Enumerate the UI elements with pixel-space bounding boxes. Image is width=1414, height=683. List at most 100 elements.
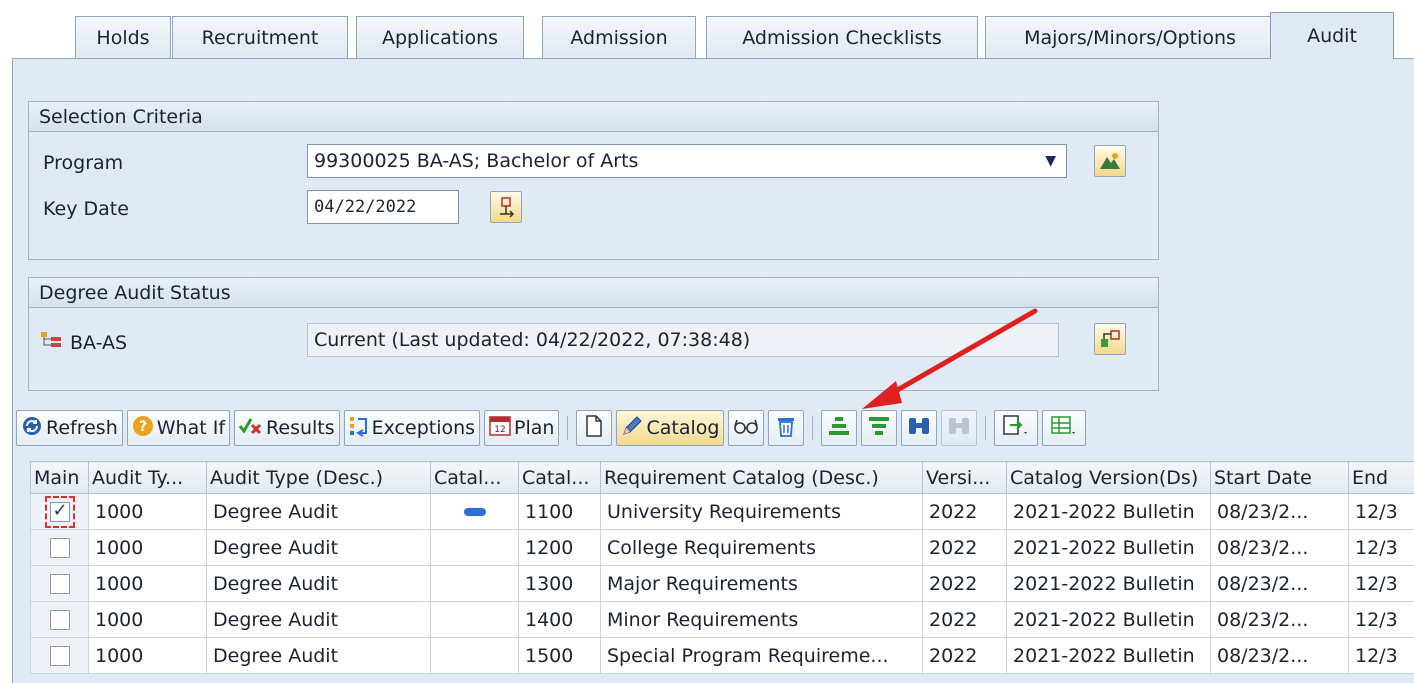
catalog-indicator-cell (430, 493, 519, 530)
column-header-start-date[interactable]: Start Date (1210, 461, 1349, 494)
program-select[interactable]: 99300025 BA-AS; Bachelor of Arts ▼ (307, 144, 1067, 178)
filter-button[interactable] (861, 410, 898, 446)
degree-audit-status-title: Degree Audit Status (29, 278, 1158, 308)
audit-type-cell: 1000 (88, 601, 207, 638)
column-header-requirement-catalog-desc[interactable]: Requirement Catalog (Desc.) (600, 461, 923, 494)
column-header-catalog-version[interactable]: Catalog Version(Ds) (1006, 461, 1211, 494)
catalog-cell: 1500 (518, 637, 601, 674)
program-code: BA-AS (70, 331, 128, 354)
program-label: Program (43, 152, 124, 174)
main-checkbox[interactable] (49, 574, 70, 594)
table-row[interactable]: 1000 Degree Audit 1500 Special Program R… (30, 637, 1414, 674)
tab-applications[interactable]: Applications (356, 16, 524, 58)
help-icon: ? (132, 415, 154, 442)
tab-recruitment[interactable]: Recruitment (172, 16, 348, 58)
end-date-cell: 12/3 (1348, 637, 1414, 674)
pencil-icon (621, 415, 643, 442)
requirement-desc-cell: University Requirements (600, 493, 923, 530)
catalog-version-cell: 2021-2022 Bulletin (1006, 493, 1211, 530)
svg-text:12: 12 (494, 425, 505, 435)
status-detail-icon[interactable] (1094, 323, 1126, 355)
svg-text:?: ? (139, 419, 147, 435)
exceptions-button[interactable]: Exceptions (343, 410, 481, 446)
audit-type-cell: 1000 (88, 637, 207, 674)
main-checkbox[interactable] (49, 646, 70, 666)
table-row[interactable]: 1000 Degree Audit 1300 Major Requirement… (30, 565, 1414, 602)
catalog-button[interactable]: Catalog (616, 410, 725, 446)
main-checkbox[interactable] (49, 610, 70, 630)
column-header-audit-type[interactable]: Audit Ty... (88, 461, 207, 494)
tab-audit[interactable]: Audit (1270, 12, 1394, 59)
table-row[interactable]: 1000 Degree Audit 1200 College Requireme… (30, 529, 1414, 566)
display-button[interactable] (728, 410, 765, 446)
new-button[interactable] (576, 410, 613, 446)
filter-icon (868, 415, 890, 442)
tab-admission-checklists[interactable]: Admission Checklists (706, 16, 978, 58)
main-cell (30, 565, 89, 602)
audit-desc-cell: Degree Audit (206, 493, 431, 530)
column-header-catalog-1[interactable]: Catal... (430, 461, 519, 494)
main-checkbox[interactable] (49, 500, 70, 522)
program-search-icon[interactable] (1094, 145, 1126, 177)
catalog-indicator-cell (430, 529, 519, 566)
hierarchy-icon (40, 330, 62, 355)
find-next-button[interactable] (941, 410, 978, 446)
plan-icon: 12 (489, 415, 511, 442)
start-date-cell: 08/23/2... (1210, 601, 1349, 638)
column-header-end-date[interactable]: End (1348, 461, 1414, 494)
catalog-cell: 1100 (518, 493, 601, 530)
audit-type-cell: 1000 (88, 565, 207, 602)
selection-criteria-title: Selection Criteria (29, 102, 1158, 132)
binoculars-icon (907, 415, 931, 442)
requirement-desc-cell: Minor Requirements (600, 601, 923, 638)
plan-button[interactable]: 12 Plan (484, 410, 560, 446)
catalog-indicator-cell (430, 637, 519, 674)
tab-majors-minors-options[interactable]: Majors/Minors/Options (985, 16, 1275, 58)
column-header-version[interactable]: Versi... (922, 461, 1007, 494)
start-date-cell: 08/23/2... (1210, 493, 1349, 530)
audit-desc-cell: Degree Audit (206, 601, 431, 638)
column-header-main[interactable]: Main (30, 461, 89, 494)
results-icon (238, 416, 263, 441)
key-date-label: Key Date (43, 198, 129, 220)
table-header-row: Main Audit Ty... Audit Type (Desc.) Cata… (30, 461, 1414, 494)
delete-button[interactable] (768, 410, 805, 446)
table-row[interactable]: 1000 Degree Audit 1100 University Requir… (30, 493, 1414, 530)
catalog-indicator-cell (430, 601, 519, 638)
sort-button[interactable] (821, 410, 858, 446)
tab-admission[interactable]: Admission (542, 16, 696, 58)
main-checkbox[interactable] (49, 538, 70, 558)
requirement-desc-cell: Special Program Requireme... (600, 637, 923, 674)
tab-strip: Holds Recruitment Applications Admission… (0, 0, 1414, 59)
find-next-icon (947, 415, 971, 442)
dropdown-arrow-icon[interactable]: ▼ (1045, 145, 1056, 177)
version-cell: 2022 (922, 565, 1007, 602)
column-header-catalog-2[interactable]: Catal... (518, 461, 601, 494)
export-button[interactable] (994, 410, 1039, 446)
glasses-icon (733, 417, 759, 439)
catalog-cell: 1300 (518, 565, 601, 602)
program-node[interactable]: BA-AS (40, 330, 127, 355)
requirement-desc-cell: Major Requirements (600, 565, 923, 602)
catalog-version-cell: 2021-2022 Bulletin (1006, 601, 1211, 638)
trash-icon (776, 415, 796, 442)
tab-holds[interactable]: Holds (75, 16, 171, 58)
focus-indicator (44, 495, 75, 528)
refresh-button[interactable]: Refresh (16, 410, 123, 446)
column-header-audit-type-desc[interactable]: Audit Type (Desc.) (206, 461, 431, 494)
toolbar-separator (567, 416, 569, 440)
requirement-desc-cell: College Requirements (600, 529, 923, 566)
table-row[interactable]: 1000 Degree Audit 1400 Minor Requirement… (30, 601, 1414, 638)
version-cell: 2022 (922, 529, 1007, 566)
key-date-input[interactable]: 04/22/2022 (307, 190, 459, 224)
catalog-version-cell: 2021-2022 Bulletin (1006, 565, 1211, 602)
layout-button[interactable] (1042, 410, 1087, 446)
audit-toolbar: Refresh ? What If Results Exceptions 12 … (16, 409, 1414, 447)
results-button[interactable]: Results (234, 410, 340, 446)
catalog-cell: 1400 (518, 601, 601, 638)
what-if-button[interactable]: ? What If (126, 410, 231, 446)
toolbar-separator (812, 416, 814, 440)
audit-type-cell: 1000 (88, 529, 207, 566)
find-button[interactable] (901, 410, 938, 446)
date-picker-icon[interactable] (490, 191, 522, 223)
